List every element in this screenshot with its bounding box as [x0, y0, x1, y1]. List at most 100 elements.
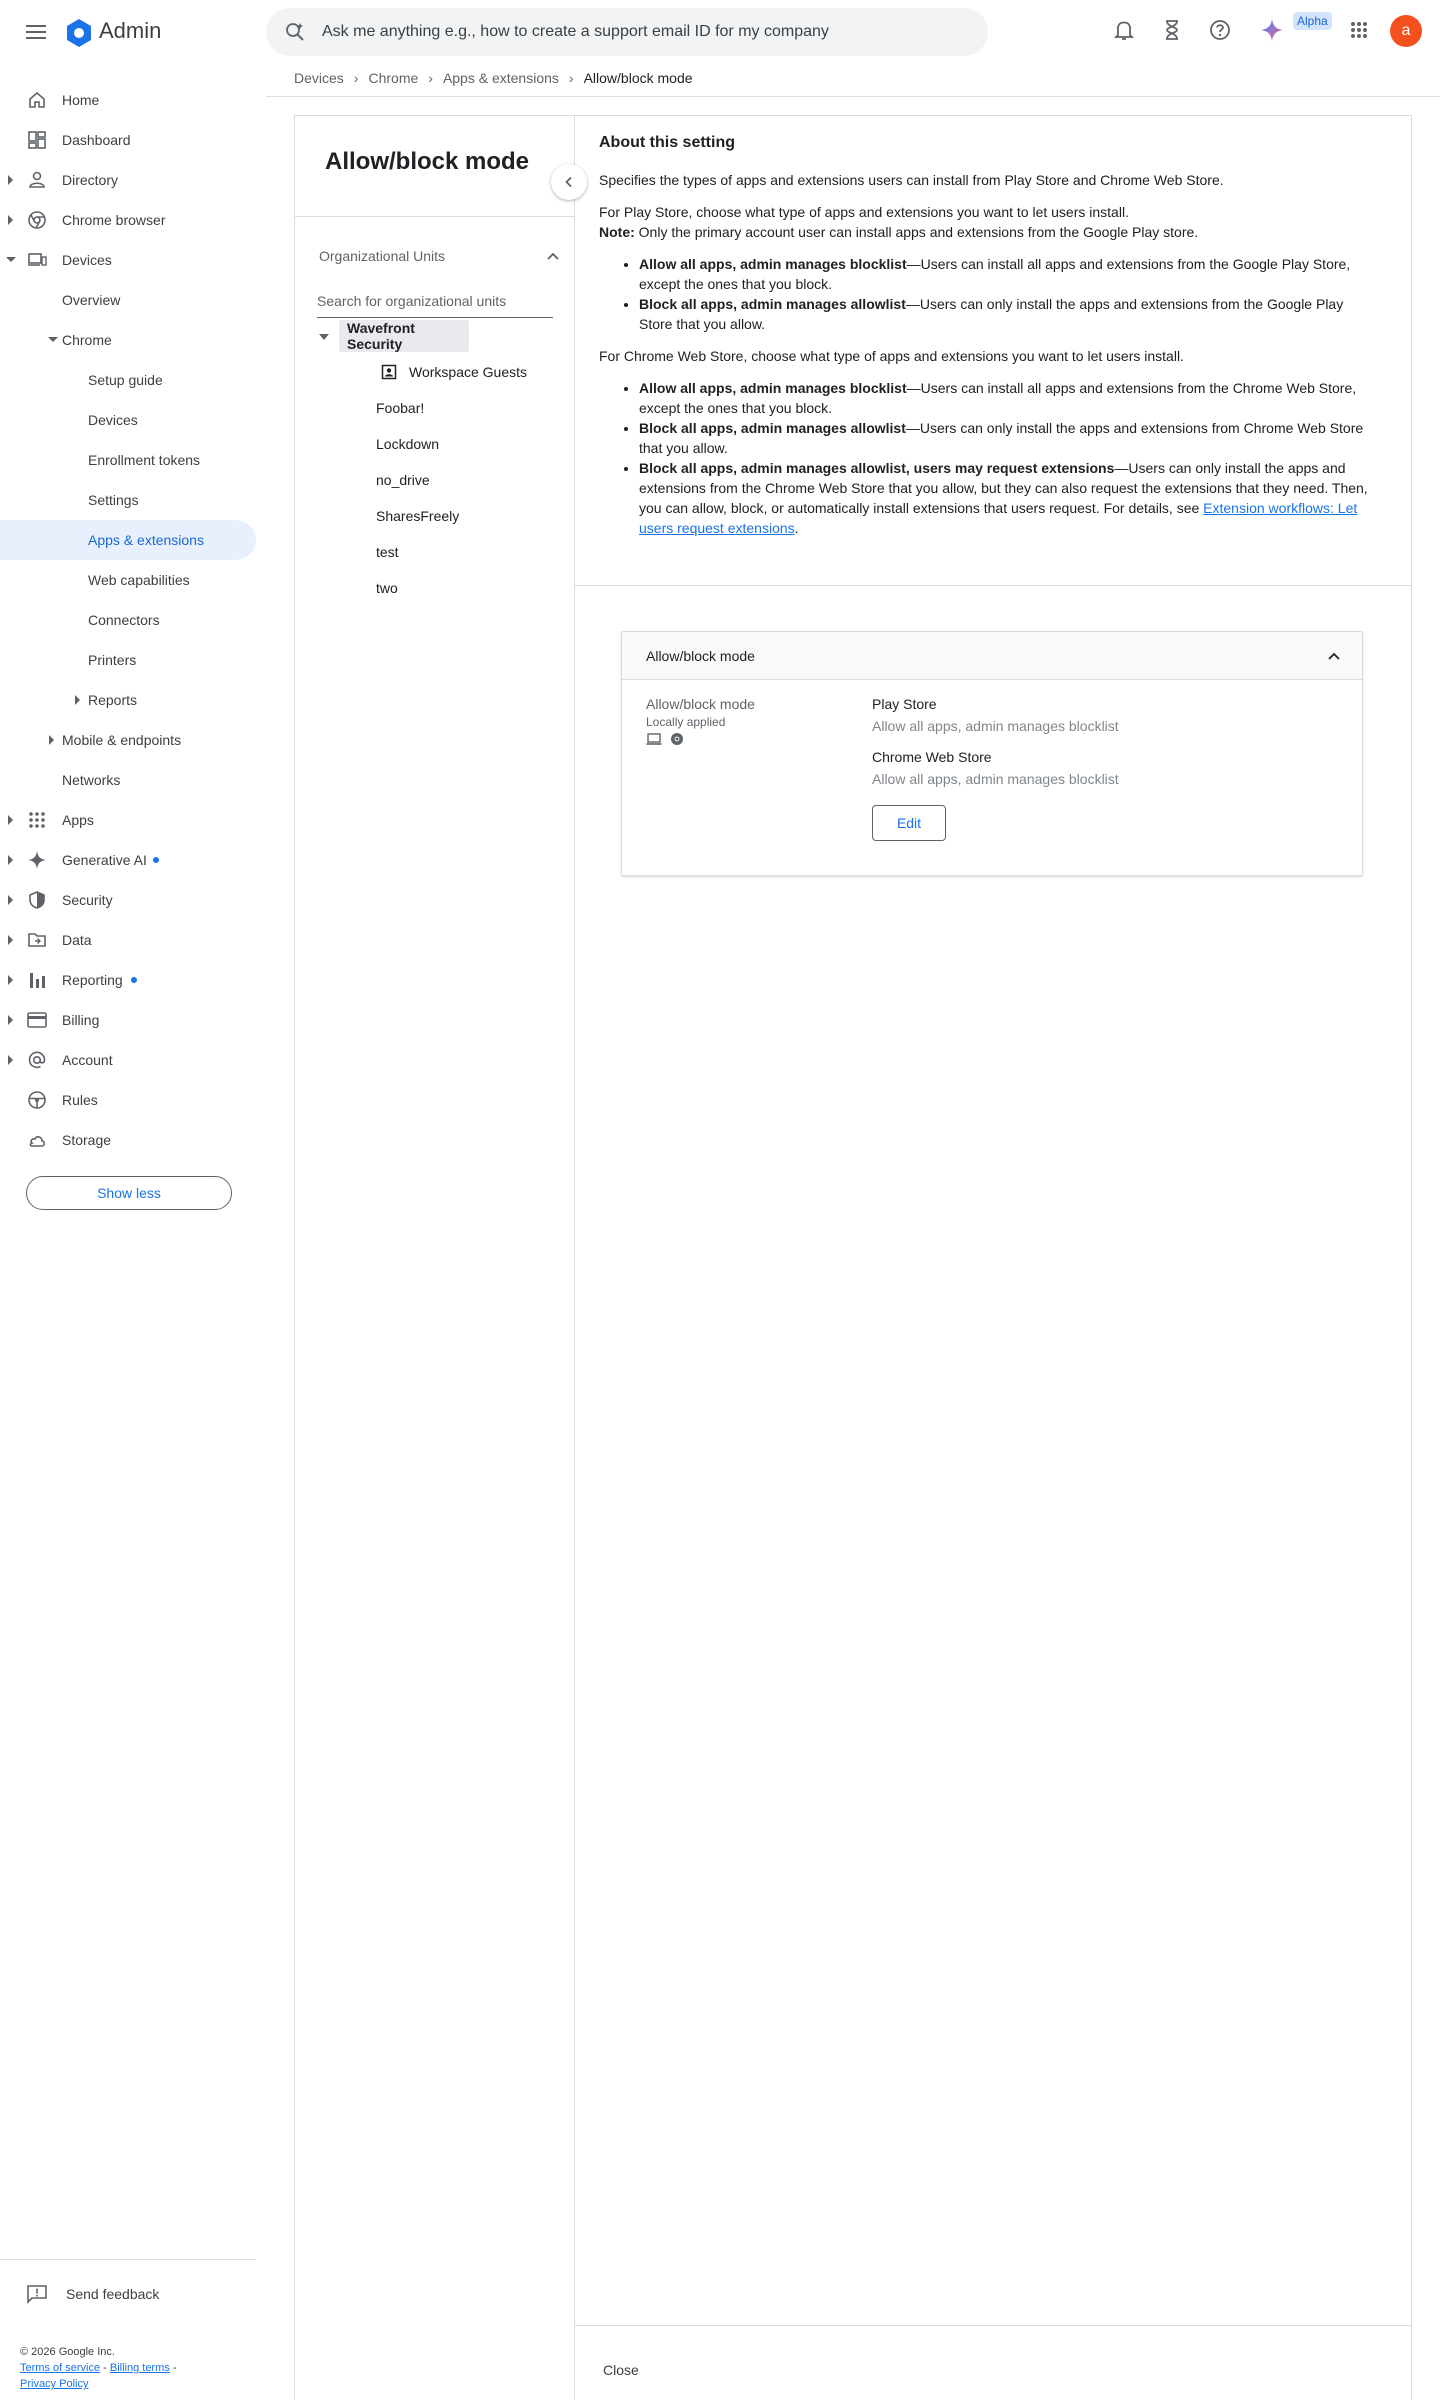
- expand-caret-icon[interactable]: [8, 175, 13, 185]
- sidebar-item-apps[interactable]: Apps: [0, 800, 256, 840]
- sidebar-item-security[interactable]: Security: [0, 880, 256, 920]
- sidebar-item-home[interactable]: Home: [0, 80, 256, 120]
- sidebar-item-rules[interactable]: Rules: [0, 1080, 256, 1120]
- ou-node-two[interactable]: two: [376, 572, 398, 604]
- sidebar-footer-divider: [0, 2259, 256, 2260]
- chevron-right-icon: ›: [568, 70, 574, 86]
- chevron-up-icon: [1328, 652, 1340, 660]
- sidebar-item-mobile-endpoints[interactable]: Mobile & endpoints: [0, 720, 256, 760]
- sidebar-item-networks[interactable]: Networks: [0, 760, 256, 800]
- option-name: Block all apps, admin manages allowlist,…: [639, 460, 1115, 476]
- admin-logo-icon[interactable]: [64, 18, 94, 48]
- ou-node-no-drive[interactable]: no_drive: [376, 464, 430, 496]
- terms-of-service-link[interactable]: Terms of service: [20, 2362, 100, 2374]
- sidebar-item-label: Devices: [88, 412, 138, 428]
- legal-separator: -: [169, 2362, 177, 2374]
- ou-node-label: Workspace Guests: [409, 364, 528, 380]
- edit-button[interactable]: Edit: [872, 805, 946, 841]
- expand-caret-icon[interactable]: [75, 695, 80, 705]
- expand-caret-icon[interactable]: [8, 935, 13, 945]
- apps-grid-icon[interactable]: [1345, 16, 1373, 44]
- collapse-panel-button[interactable]: [551, 164, 587, 200]
- sidebar-item-directory[interactable]: Directory: [0, 160, 256, 200]
- card-header[interactable]: Allow/block mode: [622, 632, 1362, 680]
- sidebar-item-label: Web capabilities: [88, 572, 190, 588]
- sidebar-item-chrome-devices[interactable]: Devices: [0, 400, 256, 440]
- collapse-caret-icon[interactable]: [6, 257, 16, 262]
- about-intro: Specifies the types of apps and extensio…: [599, 172, 1224, 188]
- sidebar-item-setup-guide[interactable]: Setup guide: [0, 360, 256, 400]
- play-store-note: Note: Only the primary account user can …: [599, 222, 1379, 242]
- help-icon[interactable]: [1206, 16, 1234, 44]
- expand-caret-icon[interactable]: [8, 1015, 13, 1025]
- privacy-policy-link[interactable]: Privacy Policy: [20, 2378, 88, 2390]
- expand-caret-icon[interactable]: [8, 815, 13, 825]
- bar-chart-icon: [30, 973, 45, 988]
- expand-caret-icon[interactable]: [8, 215, 13, 225]
- menu-icon[interactable]: [24, 22, 48, 42]
- sidebar-item-overview[interactable]: Overview: [0, 280, 256, 320]
- expand-caret-icon[interactable]: [8, 855, 13, 865]
- ou-node-sharesfreely[interactable]: SharesFreely: [376, 500, 459, 532]
- sidebar-item-enrollment-tokens[interactable]: Enrollment tokens: [0, 440, 256, 480]
- ou-node-workspace-guests[interactable]: Workspace Guests: [381, 356, 527, 388]
- collapse-caret-icon[interactable]: [319, 334, 329, 340]
- expand-caret-icon[interactable]: [8, 975, 13, 985]
- sidebar-item-label: Chrome browser: [62, 212, 166, 228]
- sidebar-item-chrome[interactable]: Chrome: [0, 320, 256, 360]
- sidebar-item-label: Reporting: [62, 972, 123, 988]
- sidebar-item-printers[interactable]: Printers: [0, 640, 256, 680]
- breadcrumb-chrome[interactable]: Chrome: [368, 70, 418, 86]
- ou-section-header[interactable]: Organizational Units: [319, 232, 559, 280]
- sidebar-item-account[interactable]: Account: [0, 1040, 256, 1080]
- about-setting-title: About this setting: [599, 134, 735, 151]
- page-title: Allow/block mode: [325, 148, 530, 175]
- show-less-button[interactable]: Show less: [26, 1176, 232, 1210]
- search-input[interactable]: [322, 8, 962, 56]
- play-store-value: Allow all apps, admin manages blocklist: [872, 718, 1119, 734]
- sidebar-item-reporting[interactable]: Reporting: [0, 960, 256, 1000]
- avatar[interactable]: a: [1390, 15, 1422, 47]
- sidebar-item-reports[interactable]: Reports: [0, 680, 256, 720]
- app-name[interactable]: Admin: [99, 18, 161, 44]
- sidebar-item-billing[interactable]: Billing: [0, 1000, 256, 1040]
- ou-search-input[interactable]: [317, 284, 553, 318]
- option-name: Allow all apps, admin manages blocklist: [639, 256, 907, 272]
- collapse-caret-icon[interactable]: [48, 337, 58, 342]
- sidebar-item-label: Enrollment tokens: [88, 452, 201, 468]
- sidebar: Admin Home Dashboard Directory Chrome br…: [0, 0, 264, 2400]
- sidebar-item-dashboard[interactable]: Dashboard: [0, 120, 256, 160]
- chrome-web-store-value: Allow all apps, admin manages blocklist: [872, 771, 1119, 787]
- cloud-icon: [29, 1136, 46, 1147]
- sidebar-item-generative-ai[interactable]: Generative AI: [0, 840, 256, 880]
- ou-node-test[interactable]: test: [376, 536, 399, 568]
- expand-caret-icon[interactable]: [8, 895, 13, 905]
- ou-root-wavefront-security[interactable]: Wavefront Security: [339, 320, 469, 352]
- expand-caret-icon[interactable]: [8, 1055, 13, 1065]
- sidebar-item-web-capabilities[interactable]: Web capabilities: [0, 560, 256, 600]
- sidebar-item-connectors[interactable]: Connectors: [0, 600, 256, 640]
- send-feedback-link[interactable]: Send feedback: [26, 2284, 159, 2304]
- sidebar-item-label: Billing: [62, 1012, 100, 1028]
- sidebar-item-settings[interactable]: Settings: [0, 480, 256, 520]
- ou-node-lockdown[interactable]: Lockdown: [376, 428, 439, 460]
- gemini-icon[interactable]: [1258, 16, 1286, 44]
- breadcrumb-apps-extensions[interactable]: Apps & extensions: [443, 70, 559, 86]
- global-search-bar[interactable]: [266, 8, 988, 56]
- laptop-icon: [646, 733, 662, 745]
- sidebar-item-label: Printers: [88, 652, 137, 668]
- sidebar-item-data[interactable]: Data: [0, 920, 256, 960]
- sidebar-item-devices[interactable]: Devices: [0, 240, 256, 280]
- billing-terms-link[interactable]: Billing terms: [110, 2362, 170, 2374]
- hourglass-icon[interactable]: [1158, 16, 1186, 44]
- expand-caret-icon[interactable]: [49, 735, 54, 745]
- sidebar-item-chrome-browser[interactable]: Chrome browser: [0, 200, 256, 240]
- sidebar-item-apps-extensions[interactable]: Apps & extensions: [0, 520, 256, 560]
- ou-node-foobar[interactable]: Foobar!: [376, 392, 424, 424]
- play-store-intro: For Play Store, choose what type of apps…: [599, 204, 1129, 220]
- bell-icon[interactable]: [1110, 16, 1138, 44]
- note-label: Note:: [599, 224, 635, 240]
- breadcrumb-devices[interactable]: Devices: [294, 70, 344, 86]
- close-button[interactable]: Close: [603, 2362, 639, 2378]
- sidebar-item-storage[interactable]: Storage: [0, 1120, 256, 1160]
